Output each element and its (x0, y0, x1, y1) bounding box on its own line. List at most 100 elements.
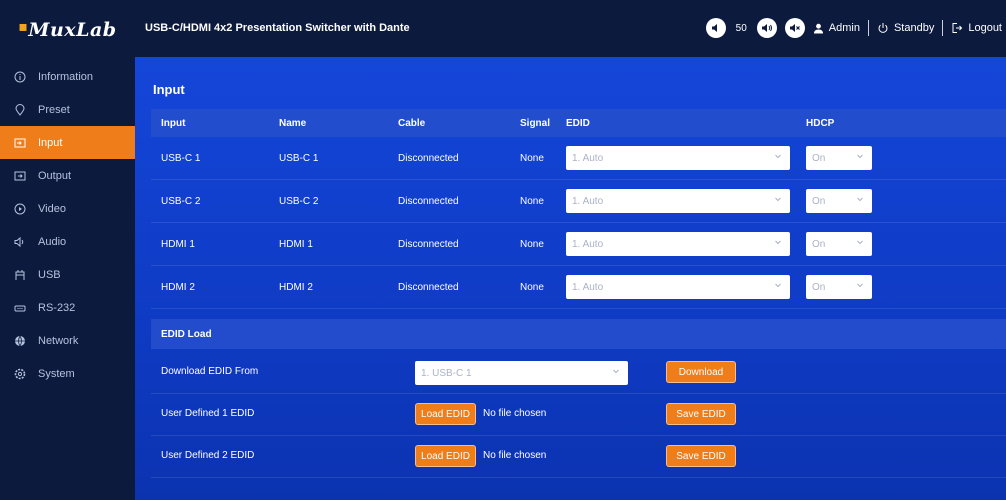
input-table: Input Name Cable Signal EDID HDCP USB-C … (151, 109, 1006, 309)
standby-button[interactable]: Standby (877, 22, 934, 34)
sidebar-item-video[interactable]: Video (0, 192, 135, 225)
table-row: HDMI 2 HDMI 2 Disconnected None 1. Auto … (151, 266, 1006, 309)
name-cell: USB-C 1 (279, 152, 319, 164)
logout-icon (952, 23, 963, 33)
edid-select[interactable]: 1. Auto (566, 189, 790, 213)
input-cell: HDMI 2 (161, 281, 195, 293)
output-icon (12, 168, 28, 184)
sidebar-item-label: Output (38, 169, 72, 182)
edid-load-header: EDID Load (151, 319, 1006, 349)
speaker-low-icon (711, 24, 717, 32)
volume-value: 50 (735, 22, 747, 34)
sidebar-item-label: Preset (38, 103, 70, 116)
user-defined-2-row: User Defined 2 EDID Load EDID No file ch… (151, 436, 1006, 478)
user-defined-1-row: User Defined 1 EDID Load EDID No file ch… (151, 394, 1006, 436)
cable-cell: Disconnected (398, 238, 459, 250)
speaker-mute-icon (789, 24, 800, 32)
column-header: Name (279, 117, 307, 129)
signal-cell: None (520, 281, 544, 293)
user-menu[interactable]: Admin (813, 22, 860, 34)
save-edid-1-button[interactable]: Save EDID (666, 403, 736, 425)
hdcp-select-value: On (812, 238, 826, 250)
load-edid-1-button[interactable]: Load EDID (415, 403, 476, 425)
speaker-icon (12, 234, 28, 250)
user-defined-1-label: User Defined 1 EDID (161, 408, 255, 419)
cable-cell: Disconnected (398, 152, 459, 164)
save-edid-2-button[interactable]: Save EDID (666, 445, 736, 467)
sidebar-item-usb[interactable]: USB (0, 258, 135, 291)
hdcp-select-value: On (812, 195, 826, 207)
top-controls: 50 Admin Standby Logout (705, 18, 1002, 38)
edid-select[interactable]: 1. Auto (566, 275, 790, 299)
name-cell: USB-C 2 (279, 195, 319, 207)
volume-down-button[interactable] (705, 18, 726, 38)
standby-label: Standby (893, 22, 935, 34)
name-cell: HDMI 2 (279, 281, 313, 293)
sidebar-item-preset[interactable]: Preset (0, 93, 135, 126)
sidebar-item-label: Input (38, 136, 63, 149)
sidebar: ▪MuxLab Information Preset Input Output … (0, 0, 135, 500)
location-pin-icon (12, 102, 28, 118)
sidebar-item-information[interactable]: Information (0, 60, 135, 93)
section-title: Input (153, 82, 185, 97)
file-status: No file chosen (483, 450, 547, 461)
column-header: Signal (520, 117, 551, 129)
chevron-down-icon (775, 154, 781, 159)
video-icon (12, 201, 28, 217)
user-defined-2-label: User Defined 2 EDID (161, 450, 255, 461)
mute-button[interactable] (784, 18, 805, 38)
globe-icon (12, 333, 28, 349)
sidebar-item-network[interactable]: Network (0, 324, 135, 357)
edid-select-value: 1. Auto (572, 152, 604, 164)
signal-cell: None (520, 238, 544, 250)
sidebar-item-label: Information (38, 70, 94, 83)
table-header: Input Name Cable Signal EDID HDCP (151, 109, 1006, 137)
logout-button[interactable]: Logout (951, 22, 1002, 34)
chevron-down-icon (857, 197, 863, 202)
download-edid-label: Download EDID From (161, 366, 259, 377)
sidebar-item-label: Video (38, 202, 66, 215)
speaker-high-icon (761, 24, 772, 32)
hdcp-select-value: On (812, 281, 826, 293)
input-cell: HDMI 1 (161, 238, 195, 250)
chevron-down-icon (775, 197, 781, 202)
sidebar-item-rs232[interactable]: RS-232 (0, 291, 135, 324)
download-edid-select[interactable]: 1. USB-C 1 (415, 361, 628, 385)
sidebar-item-output[interactable]: Output (0, 159, 135, 192)
input-icon (12, 135, 28, 151)
edid-select[interactable]: 1. Auto (566, 146, 790, 170)
hdcp-select[interactable]: On (806, 146, 872, 170)
info-icon (12, 69, 28, 85)
volume-up-button[interactable] (756, 18, 777, 38)
column-header: Input (161, 117, 186, 129)
sidebar-item-label: System (38, 367, 75, 380)
table-row: USB-C 1 USB-C 1 Disconnected None 1. Aut… (151, 137, 1006, 180)
download-button[interactable]: Download (666, 361, 736, 383)
sidebar-item-label: Audio (38, 235, 67, 248)
sidebar-item-input[interactable]: Input (0, 126, 135, 159)
user-icon (813, 23, 823, 33)
user-label: Admin (828, 22, 860, 34)
chevron-down-icon (613, 369, 619, 374)
column-header: HDCP (806, 117, 835, 129)
hdcp-select-value: On (812, 152, 826, 164)
input-cell: USB-C 2 (161, 195, 201, 207)
hdcp-select[interactable]: On (806, 189, 872, 213)
divider (867, 20, 869, 36)
sidebar-item-system[interactable]: System (0, 357, 135, 390)
chevron-down-icon (857, 283, 863, 288)
load-edid-2-button[interactable]: Load EDID (415, 445, 476, 467)
edid-select-value: 1. Auto (572, 195, 604, 207)
gear-icon (12, 366, 28, 382)
cable-cell: Disconnected (398, 195, 459, 207)
table-row: HDMI 1 HDMI 1 Disconnected None 1. Auto … (151, 223, 1006, 266)
hdcp-select[interactable]: On (806, 232, 872, 256)
edid-select[interactable]: 1. Auto (566, 232, 790, 256)
signal-cell: None (520, 152, 544, 164)
chevron-down-icon (857, 240, 863, 245)
hdcp-select[interactable]: On (806, 275, 872, 299)
chevron-down-icon (857, 154, 863, 159)
logo-text: ▪MuxLab (18, 19, 117, 41)
sidebar-item-audio[interactable]: Audio (0, 225, 135, 258)
download-edid-select-value: 1. USB-C 1 (421, 367, 472, 379)
